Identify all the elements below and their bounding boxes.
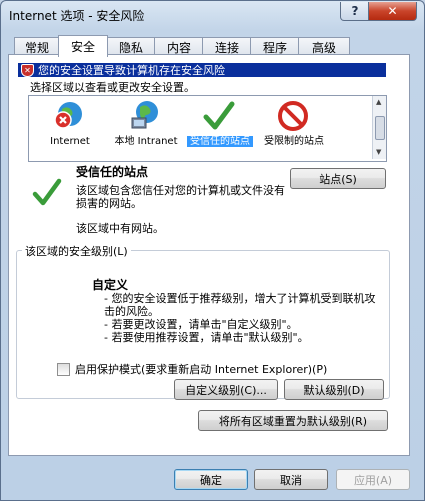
custom-level-notes: - 您的安全设置低于推荐级别，增大了计算机受到联机攻击的风险。 - 若要更改设置…: [104, 292, 376, 344]
zone-restricted-sites[interactable]: 受限制的站点: [261, 98, 327, 160]
checkbox-box[interactable]: [57, 362, 70, 376]
zone-intranet-label: 本地 Intranet: [114, 136, 178, 147]
protected-mode-checkbox[interactable]: 启用保护模式(要求重新启动 Internet Explorer)(P): [57, 361, 327, 377]
zone-scrollbar[interactable]: ▲ ▼: [372, 96, 386, 159]
trusted-check-icon: [32, 178, 62, 206]
sites-button[interactable]: 站点(S): [290, 168, 386, 189]
intranet-globe-icon: [131, 101, 158, 129]
zone-trusted-sites[interactable]: 受信任的站点: [187, 98, 253, 160]
zone-list: Internet 本地 Intranet 受信任的站点 受限制的站点 ▲ ▼: [28, 95, 387, 162]
custom-level-note: - 若要使用推荐设置，请单击"默认级别"。: [104, 331, 309, 344]
custom-level-note: - 您的安全设置低于推荐级别，增大了计算机受到联机攻击的风险。: [104, 292, 376, 318]
select-zone-prompt: 选择区域以查看或更改安全设置。: [30, 81, 195, 94]
apply-button[interactable]: 应用(A): [336, 469, 410, 490]
title-bar: Internet 选项 - 安全风险 ? ✕: [1, 1, 424, 29]
cancel-button[interactable]: 取消: [254, 469, 328, 490]
custom-level-note: - 若要更改设置，请单击"自定义级别"。: [104, 318, 298, 331]
globe-warning-icon: [54, 102, 82, 129]
security-risk-bar[interactable]: ✕ 您的安全设置导致计算机存在安全风险: [18, 63, 386, 77]
shield-warning-icon: ✕: [21, 63, 34, 77]
zone-info-sites-note: 该区域中有网站。: [76, 222, 164, 235]
custom-level-title: 自定义: [92, 278, 129, 292]
zone-restricted-label: 受限制的站点: [264, 136, 324, 147]
close-button[interactable]: ✕: [368, 2, 417, 21]
custom-level-button[interactable]: 自定义级别(C)...: [174, 379, 278, 400]
ok-button[interactable]: 确定: [174, 469, 248, 490]
default-level-button[interactable]: 默认级别(D): [284, 379, 384, 400]
zone-internet[interactable]: Internet: [37, 98, 103, 160]
protected-mode-label: 启用保护模式(要求重新启动 Internet Explorer)(P): [75, 363, 328, 376]
check-icon: [203, 101, 235, 130]
no-entry-icon: [278, 101, 308, 131]
scroll-up-icon[interactable]: ▲: [376, 98, 381, 106]
security-level-label: 该区域的安全级别(L): [22, 243, 131, 259]
zone-local-intranet[interactable]: 本地 Intranet: [113, 98, 179, 160]
zone-info-title: 受信任的站点: [76, 165, 149, 179]
scroll-thumb[interactable]: [375, 116, 385, 140]
zone-internet-label: Internet: [50, 136, 90, 147]
window-title: Internet 选项 - 安全风险: [9, 9, 145, 23]
scroll-down-icon[interactable]: ▼: [376, 148, 381, 156]
zone-trusted-label: 受信任的站点: [187, 136, 253, 147]
tab-security[interactable]: 安全: [58, 35, 108, 57]
reset-all-zones-button[interactable]: 将所有区域重置为默认级别(R): [198, 410, 388, 431]
help-button[interactable]: ?: [340, 2, 370, 21]
security-risk-text: 您的安全设置导致计算机存在安全风险: [38, 64, 225, 77]
zone-info-description: 该区域包含您信任对您的计算机或文件没有损害的网站。: [76, 184, 285, 210]
